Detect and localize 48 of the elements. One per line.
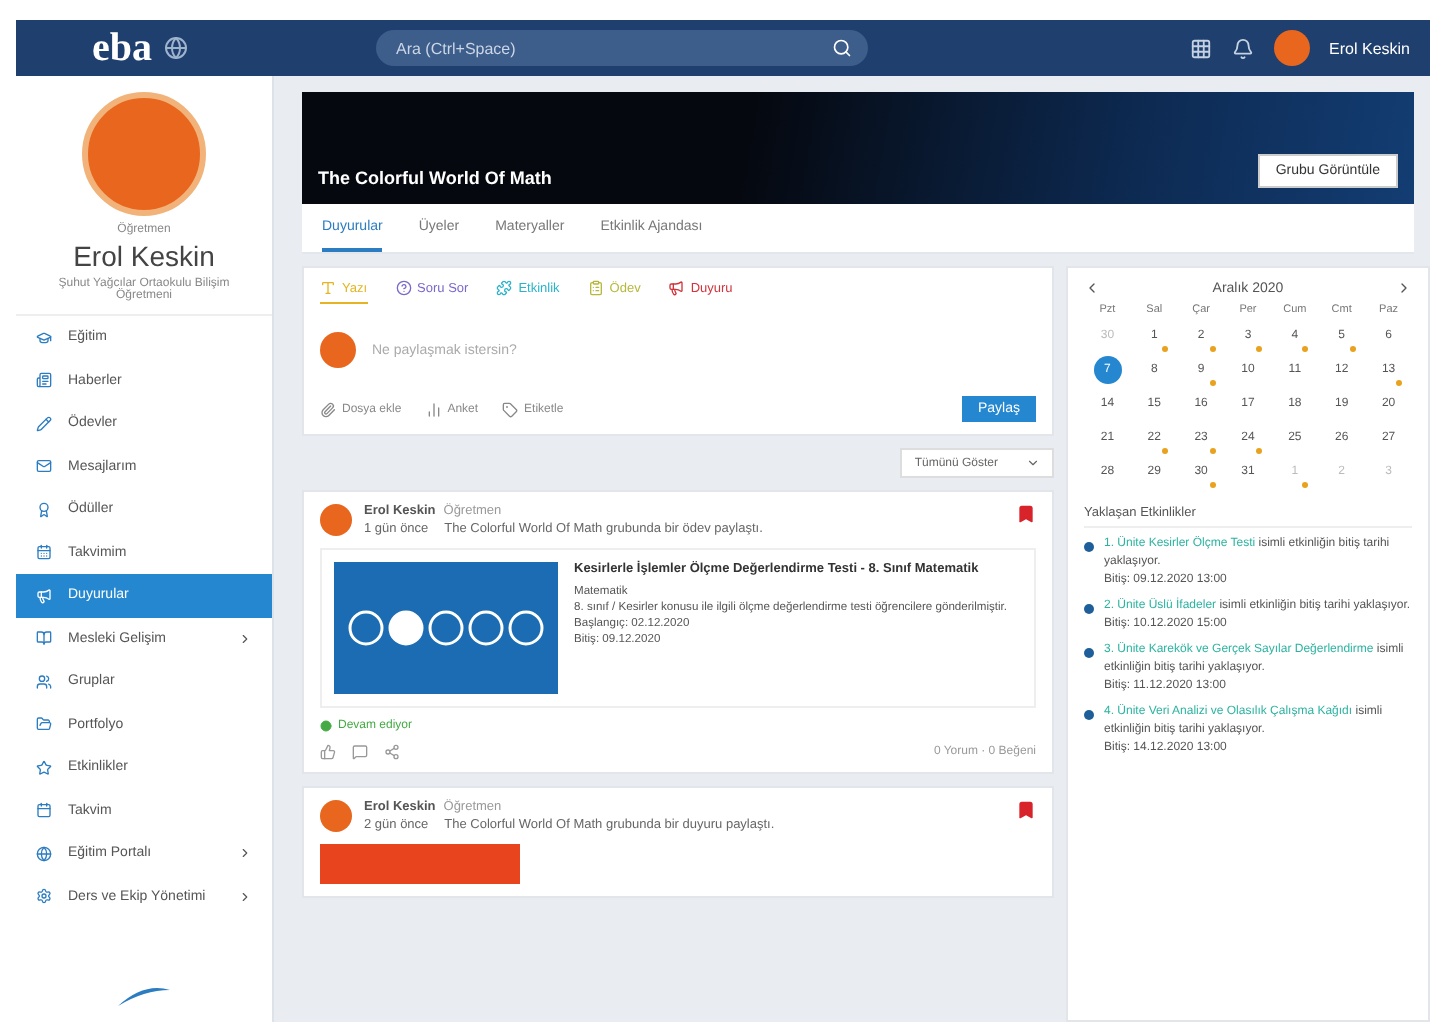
menu-item-icon (36, 888, 52, 905)
post-type-icon (395, 280, 412, 296)
menu-item-icon (36, 544, 52, 561)
post-type-icon (320, 280, 336, 296)
user-avatar[interactable] (1273, 30, 1310, 66)
search-icon[interactable] (832, 38, 852, 58)
banner-title: The Colorful World Of Math (318, 168, 552, 188)
avatar-icon (320, 800, 352, 832)
search-input[interactable]: Ara (Ctrl+Space) (392, 37, 832, 59)
menu-item-icon (36, 501, 52, 518)
avatar-icon (320, 332, 356, 368)
bullet-icon (1084, 542, 1094, 552)
menu-item-icon (36, 458, 52, 475)
bookmark-icon[interactable] (1016, 504, 1036, 524)
menu-item-icon (36, 845, 52, 862)
post-type-icon (496, 280, 513, 296)
bullet-icon (1084, 710, 1094, 720)
action-icon (425, 401, 442, 417)
avatar-icon (320, 504, 352, 536)
action-icon (320, 401, 336, 417)
share-icon[interactable] (384, 744, 400, 760)
post-type-icon (587, 280, 604, 296)
menu-item-icon (36, 329, 52, 346)
bookmark-icon[interactable] (1016, 800, 1036, 820)
profile-name: Erol Keskin (73, 240, 215, 272)
previous-icon[interactable] (1084, 280, 1100, 296)
bullet-icon (1084, 648, 1094, 658)
grid-icon[interactable] (1189, 37, 1212, 59)
post-type-icon (668, 280, 685, 296)
comment-icon[interactable] (352, 744, 368, 760)
bullet-icon (1084, 604, 1094, 614)
status-dot-icon (320, 720, 332, 732)
bell-icon[interactable] (1231, 37, 1254, 59)
menu-item-icon (36, 630, 52, 647)
like-icon[interactable] (320, 744, 336, 760)
menu-item-icon (36, 759, 52, 776)
globe-icon[interactable] (164, 36, 188, 60)
logo[interactable]: eba (92, 25, 152, 71)
menu-item-icon (36, 716, 52, 733)
menu-item-icon (36, 673, 52, 690)
caret-icon (1026, 456, 1040, 470)
menu-item-icon (36, 587, 52, 604)
search-field[interactable]: Ara (Ctrl+Space) (376, 30, 868, 66)
menu-item-icon (36, 372, 52, 389)
menu-item-icon (36, 415, 52, 432)
user-name[interactable]: Erol Keskin (1329, 39, 1410, 57)
menu-item-icon (36, 802, 52, 819)
action-icon (502, 401, 519, 417)
